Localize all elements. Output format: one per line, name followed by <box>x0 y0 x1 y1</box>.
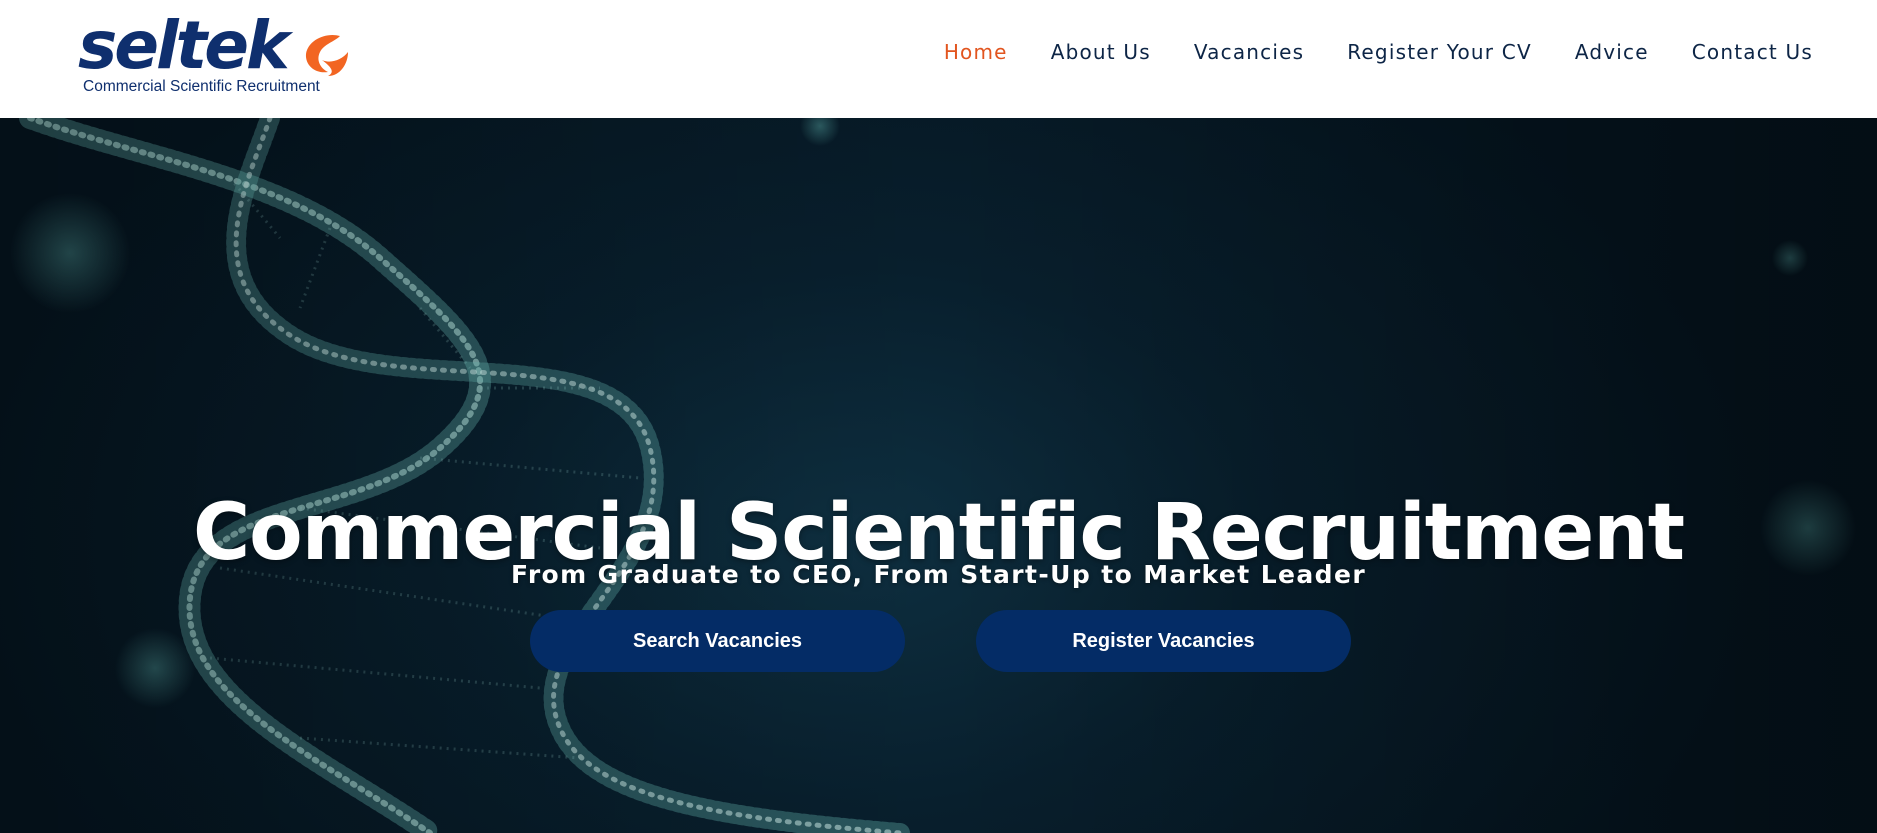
register-vacancies-button[interactable]: Register Vacancies <box>976 610 1351 672</box>
nav-item-advice[interactable]: Advice <box>1575 40 1649 64</box>
dna-helix-background-image <box>0 118 1877 833</box>
site-logo[interactable]: seltek Commercial Scientific Recruitment <box>78 8 378 103</box>
hero-subtitle: From Graduate to CEO, From Start-Up to M… <box>510 560 1367 589</box>
nav-item-contact-us[interactable]: Contact Us <box>1692 40 1813 64</box>
main-nav: Home About Us Vacancies Register Your CV… <box>944 40 1813 64</box>
page: seltek Commercial Scientific Recruitment… <box>0 0 1877 833</box>
hero-section: Commercial Scientific Recruitment From G… <box>0 118 1877 833</box>
logo-swoosh-icon <box>305 34 348 76</box>
nav-item-register-cv[interactable]: Register Your CV <box>1347 40 1532 64</box>
search-vacancies-button[interactable]: Search Vacancies <box>530 610 905 672</box>
nav-item-about-us[interactable]: About Us <box>1051 40 1151 64</box>
site-header: seltek Commercial Scientific Recruitment… <box>0 0 1877 118</box>
logo-tagline: Commercial Scientific Recruitment <box>83 78 320 95</box>
nav-item-vacancies[interactable]: Vacancies <box>1194 40 1304 64</box>
nav-item-home[interactable]: Home <box>944 40 1008 64</box>
logo-wordmark: seltek <box>78 7 290 84</box>
